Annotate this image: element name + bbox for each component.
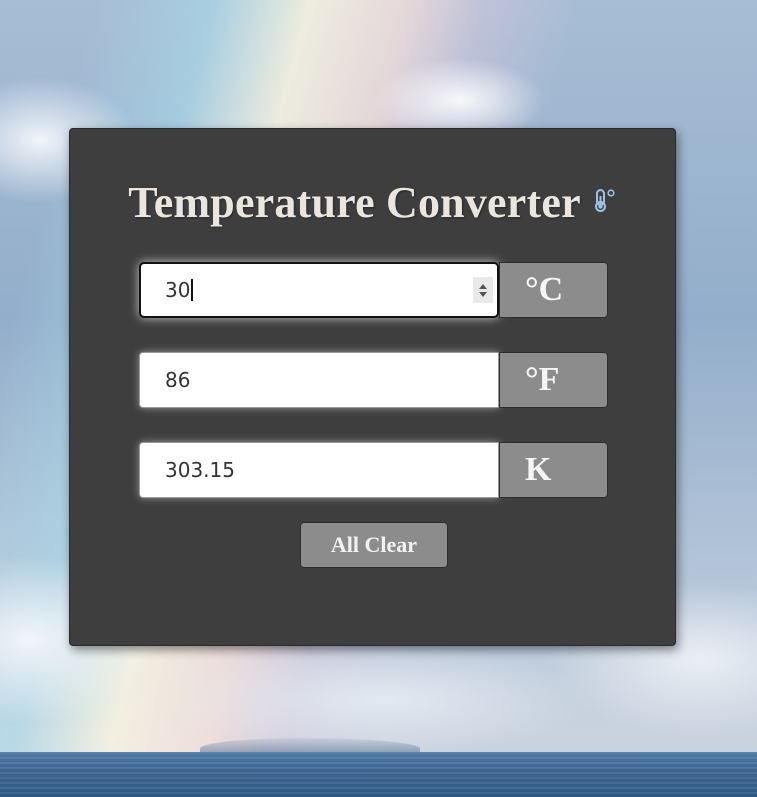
- celsius-value: 30: [165, 278, 191, 302]
- fahrenheit-value: 86: [165, 368, 191, 392]
- background-islands: [200, 738, 420, 752]
- kelvin-input[interactable]: 303.15: [139, 442, 499, 498]
- title-row: Temperature Converter: [70, 177, 675, 228]
- number-spinner[interactable]: [473, 277, 493, 303]
- fahrenheit-row: 86 °F: [139, 352, 608, 408]
- spinner-down-icon[interactable]: [479, 291, 487, 297]
- fahrenheit-unit-label: °F: [499, 352, 608, 408]
- celsius-unit-label: °C: [499, 262, 608, 318]
- background-sea: [0, 752, 757, 797]
- kelvin-value: 303.15: [165, 458, 235, 482]
- thermometer-icon: [591, 187, 617, 213]
- text-caret: [191, 279, 193, 301]
- spinner-up-icon[interactable]: [479, 283, 487, 289]
- kelvin-row: 303.15 K: [139, 442, 608, 498]
- celsius-row: 30 °C: [139, 262, 608, 318]
- celsius-input[interactable]: 30: [139, 262, 499, 318]
- page-title: Temperature Converter: [128, 178, 581, 227]
- converter-card: Temperature Converter 30 °C 86 °F 303.15…: [69, 128, 676, 646]
- all-clear-button[interactable]: All Clear: [300, 522, 448, 568]
- kelvin-unit-label: K: [499, 442, 608, 498]
- fahrenheit-input[interactable]: 86: [139, 352, 499, 408]
